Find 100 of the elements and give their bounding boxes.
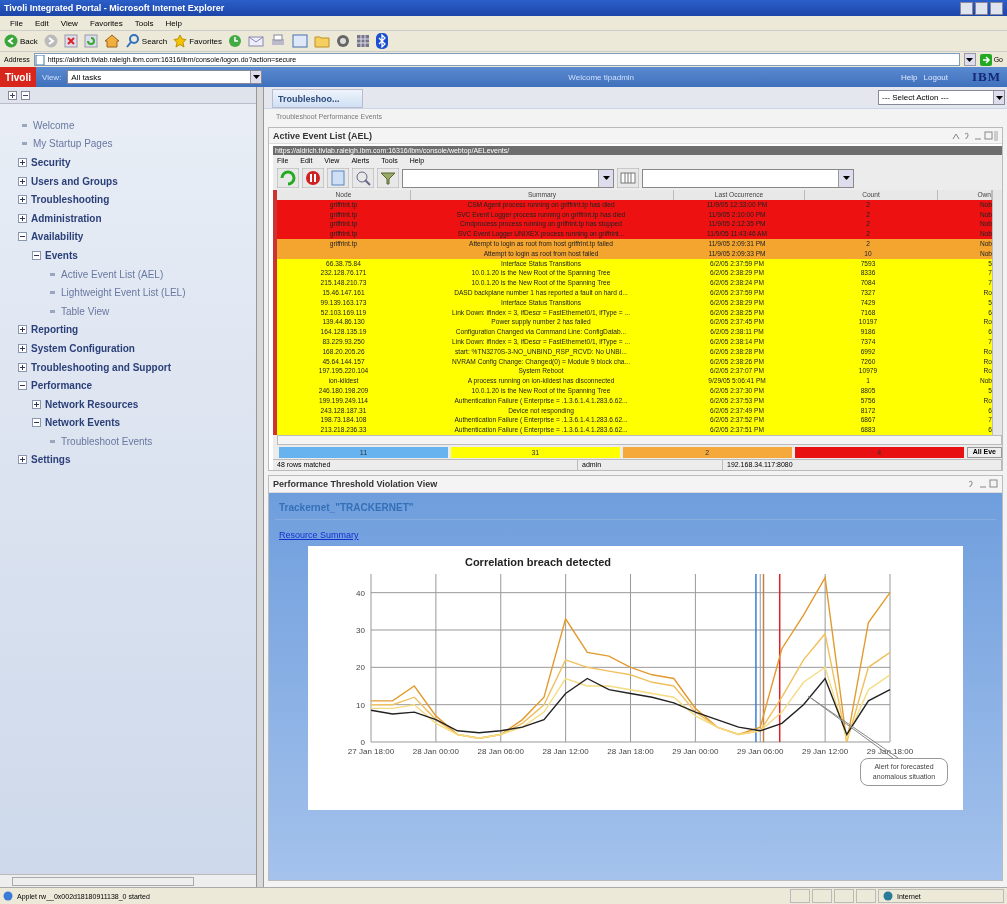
expand-icon[interactable] [18,195,27,205]
horizontal-scrollbar[interactable] [0,874,256,887]
expand-icon[interactable] [32,399,41,409]
tree-link[interactable]: Lightweight Event List (LEL) [61,287,186,299]
maximize-button[interactable] [975,1,988,15]
tree-folder[interactable]: Security [31,157,71,168]
arrow-icon [979,53,992,66]
columns-icon[interactable] [617,168,639,188]
caret-icon [995,95,1003,100]
help-link[interactable]: Help [901,72,918,82]
grid-icon[interactable] [356,34,371,48]
bullet-icon [50,272,55,276]
caret-icon [842,176,850,180]
favorites-button[interactable]: Favorites [173,34,223,48]
minimize-button[interactable] [960,1,973,15]
caret-icon [252,75,260,79]
x-tick-label: 29 Jan 00:00 [672,746,719,756]
status-panel [856,889,876,903]
x-tick-label: 28 Jan 18:00 [607,746,654,756]
expand-icon[interactable] [18,176,27,186]
tree-folder[interactable]: Reporting [31,324,79,336]
tree-folder[interactable]: Administration [31,212,102,224]
tree-folder[interactable]: Availability [31,231,84,243]
status-panel [812,889,832,903]
x-tick-label: 28 Jan 06:00 [477,746,524,756]
tree-folder[interactable]: Network Events [45,417,121,429]
tree-folder[interactable]: Troubleshooting [31,194,110,206]
bluetooth-icon[interactable] [376,33,389,49]
view-dropdown[interactable] [642,168,854,188]
tree-folder[interactable]: Network Resources [45,398,139,410]
tree-folder[interactable]: Settings [31,454,71,466]
tree-folder[interactable]: Troubleshooting and Support [31,361,171,373]
expand-icon[interactable] [18,362,27,372]
printer-icon[interactable] [270,34,287,48]
vertical-scrollbar[interactable] [273,190,277,435]
stop-icon[interactable] [63,34,78,48]
y-tick-label: 40 [356,588,365,598]
page-tab[interactable]: Troubleshoo... [272,89,363,108]
horizontal-scrollbar[interactable] [277,434,1002,445]
tree-folder[interactable]: System Configuration [31,342,135,354]
bullet-icon [22,123,27,127]
resource-summary-link[interactable]: Resource Summary [279,529,359,540]
logout-link[interactable]: Logout [923,72,948,82]
tree-folder[interactable]: Users and Groups [31,175,118,187]
star-icon [173,34,188,48]
mail-icon[interactable] [248,34,265,48]
status-panel [790,889,810,903]
tree-link[interactable]: Active Event List (AEL) [61,268,164,280]
y-tick-label: 0 [360,737,365,747]
dropdown-button[interactable] [963,53,976,66]
stop-icon[interactable] [302,168,324,188]
tree-folder[interactable]: Performance [31,380,93,392]
back-button[interactable]: Back [4,34,38,48]
menu-item[interactable]: Favorites [89,18,123,28]
refresh-icon[interactable] [277,168,299,188]
bullet-icon [50,291,55,295]
expand-icon[interactable] [18,213,27,223]
collapse-icon[interactable] [32,418,41,428]
portlet-title: Performance Threshold Violation View [273,478,438,489]
expand-icon[interactable] [18,325,27,335]
x-tick-label: 29 Jan 06:00 [737,746,784,756]
tree-folder[interactable]: Events [45,249,78,261]
y-tick-label: 30 [356,625,365,635]
menu-item[interactable]: View [60,18,78,28]
home-icon[interactable] [103,34,120,48]
history-icon[interactable] [228,34,243,48]
collapse-all-icon[interactable] [21,90,30,100]
close-button[interactable] [990,1,1003,15]
menu-item[interactable]: File [10,18,23,28]
view-select[interactable]: All tasks [67,70,263,84]
info-icon [3,891,13,901]
expand-all-icon[interactable] [8,90,17,100]
expand-icon[interactable] [18,158,27,167]
tree-link[interactable]: Table View [61,305,110,317]
search-icon [125,34,140,48]
menu-item[interactable]: Tools [134,18,154,28]
vertical-scrollbar[interactable] [992,190,1002,435]
collapse-icon[interactable] [18,381,27,391]
search-button[interactable]: Search [125,34,168,48]
bullet-icon [22,142,27,146]
ibm-logo: IBM [972,69,1001,85]
filter-dropdown[interactable] [402,168,614,188]
tree-link[interactable]: My Startup Pages [33,138,113,150]
menu-item[interactable]: Edit [34,18,49,28]
expand-icon[interactable] [18,343,27,353]
collapse-icon[interactable] [32,250,41,260]
tree-link[interactable]: Troubleshoot Events [61,435,153,447]
welcome-text: Welcome tipadmin [568,72,635,82]
refresh-icon[interactable] [83,34,98,48]
expand-icon[interactable] [18,455,27,465]
menu-item[interactable]: Help [165,18,182,28]
filter-icon[interactable] [377,168,399,188]
tree-link[interactable]: Welcome [33,119,75,131]
portlet-title: Active Event List (AEL) [273,130,373,141]
search-icon[interactable] [352,168,374,188]
select-action-dropdown[interactable]: --- Select Action --- [878,90,1005,105]
collapse-icon[interactable] [18,232,27,242]
x-tick-label: 28 Jan 00:00 [412,746,459,756]
y-tick-label: 10 [356,700,365,710]
y-tick-label: 20 [356,663,365,673]
